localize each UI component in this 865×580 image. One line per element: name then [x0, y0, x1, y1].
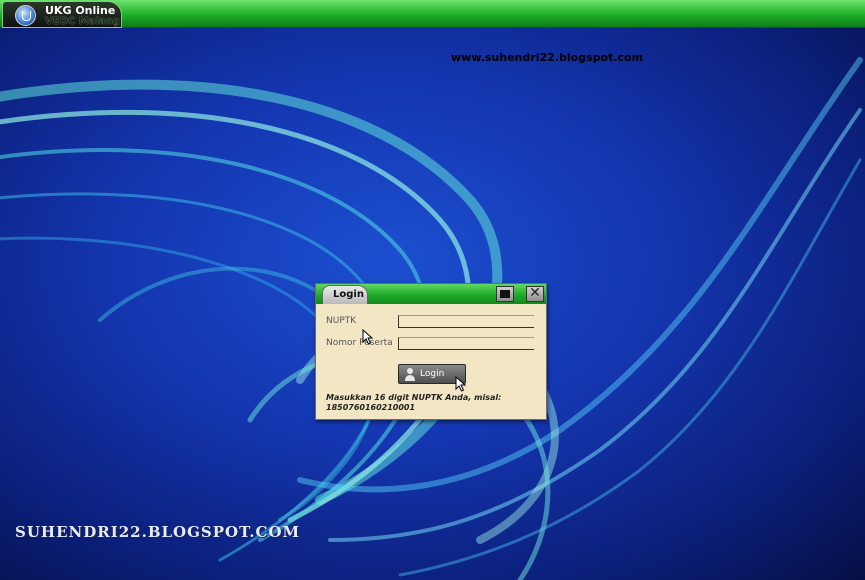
app-title: UKG Online [45, 4, 116, 17]
taskbar: UKG Online VEDC Malang [0, 0, 865, 28]
nomor-peserta-label: Nomor Peserta [326, 338, 393, 348]
dialog-titlebar[interactable]: Login ✕ [316, 284, 546, 304]
app-tab[interactable]: UKG Online VEDC Malang [2, 1, 122, 28]
app-logo-icon [15, 5, 36, 26]
dialog-title-tab: Login [322, 285, 368, 304]
nuptk-hint: Masukkan 16 digit NUPTK Anda, misal: 185… [326, 393, 502, 412]
nuptk-label: NUPTK [326, 316, 357, 326]
login-button-label: Login [420, 369, 445, 379]
mouse-pointer-icon [455, 376, 467, 392]
minimize-icon [500, 290, 510, 298]
app-subtitle: VEDC Malang [45, 16, 120, 27]
close-button[interactable]: ✕ [526, 285, 544, 302]
login-dialog: Login ✕ NUPTK Nomor Peserta Login Masukk… [315, 283, 547, 420]
minimize-button[interactable] [496, 286, 514, 302]
close-icon: ✕ [529, 285, 541, 301]
nuptk-input[interactable] [398, 315, 534, 328]
user-icon [404, 368, 416, 381]
mouse-pointer-icon [362, 329, 374, 345]
watermark-top: www.suhendri22.blogspot.com [451, 51, 644, 64]
nomor-peserta-input[interactable] [398, 337, 534, 350]
dialog-title: Login [333, 289, 364, 300]
watermark-bottom: SUHENDRI22.BLOGSPOT.COM [15, 523, 301, 541]
